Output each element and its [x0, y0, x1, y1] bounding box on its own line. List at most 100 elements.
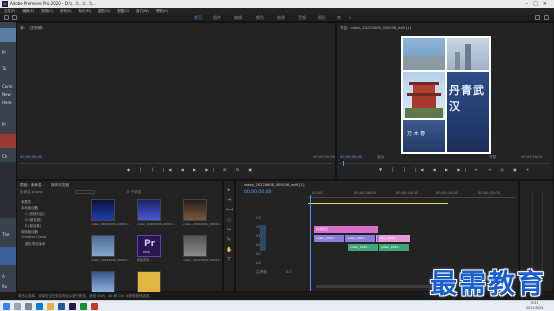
menu-marker[interactable]: 标记(M) [79, 9, 91, 13]
tree-drive-c[interactable]: C:(系统分区) [25, 211, 45, 216]
close-icon[interactable]: × [543, 1, 552, 7]
program-monitor-title: 节目：video_20220606_000036_edit [1] [340, 26, 412, 30]
program-timecode[interactable]: 00;00;00;00 [340, 155, 362, 159]
share-icon[interactable] [535, 15, 540, 20]
maximize-icon[interactable]: □ [533, 1, 543, 7]
tab-editing[interactable]: 编辑 [234, 14, 242, 22]
tab-assembly[interactable]: 组件 [213, 14, 221, 22]
program-fit-select[interactable]: 适合 [377, 155, 384, 160]
word-icon[interactable] [58, 303, 65, 310]
program-playhead[interactable] [343, 161, 344, 166]
pen-tool-icon[interactable]: ✎ [226, 237, 232, 243]
project-item-thumbnail[interactable] [137, 199, 161, 221]
program-monitor-panel: 节目：video_20220606_000036_edit [1] 丹青武汉 万… [336, 22, 554, 180]
start-icon[interactable] [3, 303, 10, 310]
tools-panel: ▸ ⇥ ⟷ ◇ ↔ ✎ ✋ T [223, 180, 235, 292]
selection-tool-icon[interactable]: ▸ [226, 187, 232, 193]
search-icon[interactable] [544, 15, 549, 20]
project-panel: 项目：未命名 媒体浏览器 未命名.prproj 6 个项目 收藏夹 本地驱动器 … [16, 180, 223, 293]
track-a3[interactable]: A3 [256, 261, 261, 265]
audio-clip[interactable]: video_2022... [379, 244, 409, 251]
work-area-bar[interactable] [308, 203, 448, 204]
program-time-ruler[interactable] [340, 163, 550, 164]
project-item-thumbnail[interactable] [91, 199, 115, 221]
title-clip[interactable]: 丹青武汉 [314, 226, 378, 233]
tree-creative-cloud[interactable]: Creative Cloud [21, 235, 46, 239]
tree-local-drives[interactable]: 本地驱动器 [21, 205, 38, 210]
video-clip[interactable]: video_2022... [314, 235, 344, 242]
program-duration: 00;00;16;01 [521, 155, 543, 159]
tree-drive-d[interactable]: D:(新加卷) [25, 217, 42, 222]
menu-graphics[interactable]: 图形(G) [98, 9, 110, 13]
menu-sequence[interactable]: 序列(S) [60, 9, 72, 13]
taskbar-clock[interactable]: 9:31 2021/9/24 [526, 301, 543, 311]
razor-tool-icon[interactable]: ◇ [226, 217, 232, 223]
video-clip[interactable]: video_2022... [345, 235, 375, 242]
type-tool-icon[interactable]: T [226, 257, 232, 263]
menu-clip[interactable]: 剪辑(C) [41, 9, 53, 13]
project-item-thumbnail[interactable] [137, 271, 161, 293]
track-target-indicator[interactable] [260, 225, 266, 251]
browser-icon[interactable] [36, 303, 43, 310]
tab-graphics[interactable]: 图形 [318, 14, 326, 22]
app-icon[interactable] [80, 303, 87, 310]
menu-window[interactable]: 窗口(W) [136, 9, 149, 13]
project-search-input[interactable] [75, 190, 95, 194]
folder-icon[interactable] [47, 303, 54, 310]
source-monitor-title: 源：（无剪辑） [20, 26, 46, 30]
video-clip[interactable]: video_2022... [376, 235, 410, 242]
project-item-thumbnail[interactable] [183, 199, 207, 221]
tree-network-drives[interactable]: 网络驱动器 [21, 229, 38, 234]
menu-help[interactable]: 帮助(H) [156, 9, 168, 13]
track-select-tool-icon[interactable]: ⇥ [226, 197, 232, 203]
sequence-item-thumbnail[interactable]: Pr PROJ [137, 235, 161, 257]
source-time-ruler[interactable] [20, 163, 332, 164]
program-monitor-frame[interactable]: 丹青武汉 万 木 春 [401, 36, 491, 154]
track-v3[interactable]: V3 [256, 216, 261, 220]
app-icon[interactable] [91, 303, 98, 310]
timeline-playhead[interactable] [310, 195, 311, 291]
track-a2[interactable]: A2 [256, 252, 261, 256]
source-monitor-panel: 源：（无剪辑） 00;00;00;00 00;00;00;00 ◆ { } |◀… [16, 22, 336, 180]
workspaces-more-icon[interactable]: » [349, 14, 351, 22]
import-icon[interactable] [12, 15, 17, 20]
media-browser-tab[interactable]: 媒体浏览器 [51, 183, 69, 188]
source-transport-controls[interactable]: ◆ { } |◀ ◀ ▶ ▶| ⊞ ⊟ ▣ [127, 167, 256, 172]
ripple-edit-tool-icon[interactable]: ⟷ [226, 207, 233, 213]
project-item-thumbnail[interactable] [91, 235, 115, 257]
timeline-horizontal-scrollbar[interactable] [316, 285, 436, 288]
premiere-app-icon: Pr [2, 1, 8, 7]
project-item-thumbnail[interactable] [91, 271, 115, 293]
timeline-tab[interactable]: video_20220606_000036_edit [1] [244, 183, 304, 187]
search-icon[interactable] [14, 303, 21, 310]
timeline-timecode[interactable]: 00;00;00;00 [244, 190, 271, 195]
menu-view[interactable]: 视图(V) [117, 9, 129, 13]
sign-text: 万 木 春 [407, 131, 426, 137]
project-tab[interactable]: 项目：未命名 [20, 183, 42, 188]
task-view-icon[interactable] [25, 303, 32, 310]
program-resolution-select[interactable]: 完整 [489, 155, 496, 160]
project-item-thumbnail[interactable] [183, 235, 207, 257]
photo-building [403, 56, 445, 70]
premiere-taskbar-icon[interactable] [69, 303, 76, 310]
tab-effects[interactable]: 效果 [277, 14, 285, 22]
timeline-ruler[interactable] [308, 197, 516, 198]
audio-clip[interactable]: video_2022... [348, 244, 378, 251]
menu-file[interactable]: 文件(F) [4, 9, 15, 13]
tree-drive-e[interactable]: E:(新加卷) [25, 223, 41, 228]
workspace-bar: 学习 组件 编辑 颜色 效果 音频 图形 库 » [0, 14, 554, 23]
tree-favorites[interactable]: 收藏夹 [21, 199, 31, 204]
source-timecode[interactable]: 00;00;00;00 [20, 155, 42, 159]
background-image-red [0, 134, 16, 148]
tree-team-projects[interactable]: 团队项目版本 [25, 241, 45, 246]
tab-color[interactable]: 颜色 [256, 14, 264, 22]
tab-libraries[interactable]: 库 [337, 14, 341, 22]
tab-audio[interactable]: 音频 [298, 14, 306, 22]
slip-tool-icon[interactable]: ↔ [226, 227, 232, 233]
home-icon[interactable] [4, 15, 9, 20]
program-transport-controls[interactable]: ▼ { } |◀ ◀ ▶ ▶| ⇤ ⇥ ◎ ▣ + [379, 167, 533, 172]
hand-tool-icon[interactable]: ✋ [226, 247, 232, 253]
master-volume[interactable]: 0.0 [286, 270, 292, 274]
minimize-icon[interactable]: – [526, 1, 534, 7]
menu-edit[interactable]: 编辑(E) [22, 9, 34, 13]
